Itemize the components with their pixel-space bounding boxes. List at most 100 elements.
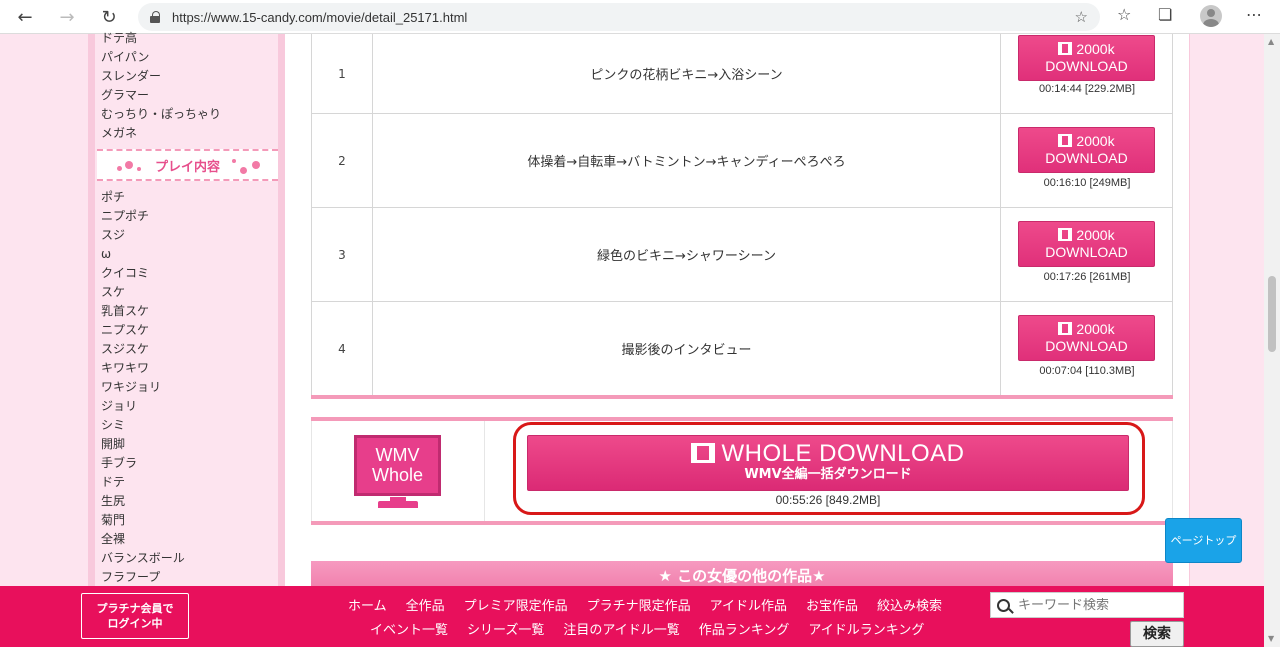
sidebar-play-item[interactable]: 手ブラ: [95, 454, 278, 473]
wmv-icon-cell: WMV Whole: [312, 421, 485, 522]
footer-nav-link[interactable]: 注目のアイドル一覧: [563, 619, 679, 638]
chapter-number: 4: [312, 302, 373, 395]
scroll-thumb[interactable]: [1268, 276, 1276, 352]
download-bitrate: 2000k: [1076, 227, 1115, 243]
lock-icon: [150, 11, 162, 23]
chapter-download-button[interactable]: 2000k DOWNLOAD: [1018, 315, 1155, 361]
footer-nav-row-1: ホーム 全作品 プレミア限定作品 プラチナ限定作品 アイドル作品 お宝作品 絞込み検索: [348, 595, 961, 614]
footer-nav-row-2: イベント一覧 シリーズ一覧 注目のアイドル一覧 作品ランキング アイドルランキング: [370, 619, 943, 638]
address-bar[interactable]: https://www.15-candy.com/movie/detail_25…: [138, 3, 1100, 31]
sidebar-play-item[interactable]: ポチ: [95, 188, 278, 207]
sidebar-play-item[interactable]: 全裸: [95, 530, 278, 549]
table-row: 2 体操着→自転車→バトミントン→キャンディーぺろぺろ 2000k DOWNLOAD 0…: [311, 114, 1173, 208]
film-icon: [691, 443, 716, 463]
sidebar-body-item[interactable]: パイパン: [95, 48, 278, 67]
footer-nav-link[interactable]: 作品ランキング: [699, 619, 790, 638]
footer-nav-link[interactable]: シリーズ一覧: [467, 619, 544, 638]
footer-nav-link[interactable]: お宝作品: [806, 595, 858, 614]
chapter-title: 撮影後のインタビュー: [373, 302, 1001, 395]
film-icon: [1058, 228, 1073, 241]
search-field[interactable]: [990, 592, 1184, 618]
chapter-meta: 00:17:26 [261MB]: [1043, 271, 1131, 283]
sidebar-body-item[interactable]: メガネ: [95, 124, 278, 143]
login-status-badge[interactable]: プラチナ会員で ログイン中: [81, 593, 189, 639]
sidebar-play-item[interactable]: 生尻: [95, 492, 278, 511]
chapter-title: 体操着→自転車→バトミントン→キャンディーぺろぺろ: [373, 114, 1001, 207]
sidebar-play-item[interactable]: 開脚: [95, 435, 278, 454]
divider-line: [311, 395, 1173, 399]
sidebar-play-item[interactable]: ω: [95, 245, 278, 264]
decor-dot: [252, 161, 260, 169]
decor-dot: [240, 167, 247, 174]
footer-nav-link[interactable]: プレミア限定作品: [464, 595, 568, 614]
search-icon: [997, 598, 1010, 612]
login-line-1: プラチナ会員で: [96, 602, 174, 615]
chapter-download-cell: 2000k DOWNLOAD 00:17:26 [261MB]: [1001, 208, 1173, 301]
film-icon: [1058, 322, 1073, 335]
sidebar-play-item[interactable]: バランスボール: [95, 549, 278, 568]
sidebar-play-item[interactable]: 菊門: [95, 511, 278, 530]
sidebar-play-item[interactable]: スジ: [95, 226, 278, 245]
download-label: DOWNLOAD: [1045, 58, 1128, 74]
chapter-download-button[interactable]: 2000k DOWNLOAD: [1018, 221, 1155, 267]
add-favorite-icon[interactable]: ☆: [1075, 8, 1088, 26]
footer-nav-link[interactable]: アイドル作品: [710, 595, 787, 614]
scroll-down-icon[interactable]: ▼: [1268, 634, 1274, 643]
chapter-meta: 00:14:44 [229.2MB]: [1038, 83, 1135, 95]
footer-nav-link[interactable]: イベント一覧: [370, 619, 448, 638]
scroll-up-icon[interactable]: ▲: [1268, 37, 1274, 46]
sidebar: ドテ高 パイパン スレンダー グラマー むっちり・ぽっちゃり メガネ プレイ内容 ポチ ニプ…: [95, 31, 278, 587]
sidebar-play-item[interactable]: スケ: [95, 283, 278, 302]
table-row: 4 撮影後のインタビュー 2000k DOWNLOAD 00:07:04 [110.3M…: [311, 302, 1173, 396]
collections-icon[interactable]: ❏: [1158, 5, 1172, 24]
sidebar-body-item[interactable]: スレンダー: [95, 67, 278, 86]
footer-nav-link[interactable]: 絞込み検索: [877, 595, 942, 614]
other-works-header: ★ この女優の他の作品★: [311, 561, 1173, 589]
sidebar-body-item[interactable]: ドテ高: [95, 29, 278, 48]
wmv-icon-label: WMV: [375, 445, 420, 465]
sidebar-play-item[interactable]: ニプスケ: [95, 321, 278, 340]
sidebar-play-item[interactable]: ワキジョリ: [95, 378, 278, 397]
chapter-download-cell: 2000k DOWNLOAD 00:16:10 [249MB]: [1001, 114, 1173, 207]
chapter-title: 緑色のビキニ→シャワーシーン: [373, 208, 1001, 301]
sidebar-play-item[interactable]: ニプポチ: [95, 207, 278, 226]
chapter-number: 2: [312, 114, 373, 207]
sidebar-play-item[interactable]: シミ: [95, 416, 278, 435]
sidebar-play-item[interactable]: ドテ: [95, 473, 278, 492]
login-line-2: ログイン中: [107, 617, 163, 630]
sidebar-body-item[interactable]: むっちり・ぽっちゃり: [95, 105, 278, 124]
search-button[interactable]: 検索: [1130, 621, 1184, 647]
sidebar-play-item[interactable]: フラフープ: [95, 568, 278, 587]
sidebar-body-item[interactable]: グラマー: [95, 86, 278, 105]
sidebar-play-item[interactable]: クイコミ: [95, 264, 278, 283]
chapter-download-button[interactable]: 2000k DOWNLOAD: [1018, 35, 1155, 81]
forward-arrow-icon[interactable]: →: [50, 0, 84, 34]
sidebar-section-header: プレイ内容: [97, 149, 278, 181]
page-top-button[interactable]: ページトップ: [1165, 518, 1242, 563]
sidebar-play-item[interactable]: 乳首スケ: [95, 302, 278, 321]
footer-nav-link[interactable]: 全作品: [406, 595, 445, 614]
chapter-title: ピンクの花柄ビキニ→入浴シーン: [373, 34, 1001, 113]
decor-dot: [232, 159, 236, 163]
back-arrow-icon[interactable]: ←: [8, 0, 42, 34]
table-row: 1 ピンクの花柄ビキニ→入浴シーン 2000k DOWNLOAD 00:14:44 [2…: [311, 34, 1173, 114]
footer-nav-link[interactable]: プラチナ限定作品: [587, 595, 691, 614]
film-icon: [1058, 42, 1073, 55]
chapter-download-button[interactable]: 2000k DOWNLOAD: [1018, 127, 1155, 173]
whole-download-button[interactable]: WHOLE DOWNLOAD WMV全編一括ダウンロード: [527, 435, 1129, 491]
url-text: https://www.15-candy.com/movie/detail_25…: [172, 9, 468, 25]
table-row: 3 緑色のビキニ→シャワーシーン 2000k DOWNLOAD 00:17:26 [26…: [311, 208, 1173, 302]
favorites-icon[interactable]: ☆: [1117, 5, 1131, 24]
more-menu-icon[interactable]: ⋯: [1246, 5, 1262, 24]
scrollbar[interactable]: ▲ ▼: [1264, 34, 1280, 647]
footer-nav-link[interactable]: アイドルランキング: [808, 619, 924, 638]
download-bitrate: 2000k: [1076, 321, 1115, 337]
footer-nav-link[interactable]: ホーム: [348, 595, 387, 614]
sidebar-play-item[interactable]: キワキワ: [95, 359, 278, 378]
search-input[interactable]: [1018, 597, 1168, 613]
sidebar-play-item[interactable]: スジスケ: [95, 340, 278, 359]
decor-dot: [125, 161, 133, 169]
sidebar-play-item[interactable]: ジョリ: [95, 397, 278, 416]
profile-avatar[interactable]: [1200, 5, 1222, 27]
whole-download-meta: 00:55:26 [849.2MB]: [775, 493, 881, 507]
